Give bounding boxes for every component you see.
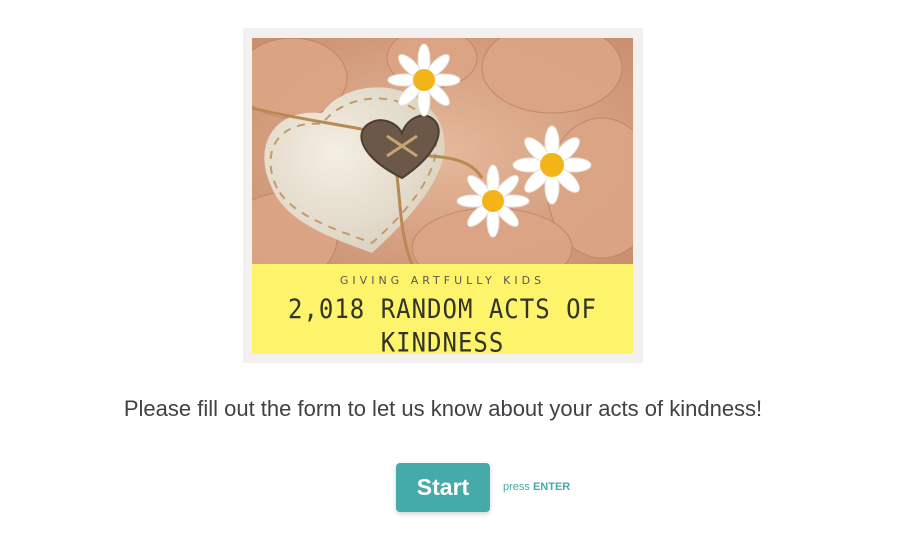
heart-daisies-photo [252, 38, 633, 264]
organization-name: GIVING ARTFULLY KIDS [339, 274, 546, 287]
hero-title: 2,018 RANDOM ACTS OF KINDNESS [288, 293, 597, 359]
enter-key-label: ENTER [532, 481, 571, 493]
press-prefix: press [503, 481, 530, 493]
start-button[interactable]: Start [396, 463, 490, 512]
hero-banner: GIVING ARTFULLY KIDS 2,018 RANDOM ACTS O… [252, 264, 633, 358]
hero-photo [252, 38, 633, 264]
press-enter-hint: press ENTER [503, 481, 570, 493]
hero-image-card: GIVING ARTFULLY KIDS 2,018 RANDOM ACTS O… [243, 28, 643, 363]
intro-text: Please fill out the form to let us know … [123, 396, 763, 421]
